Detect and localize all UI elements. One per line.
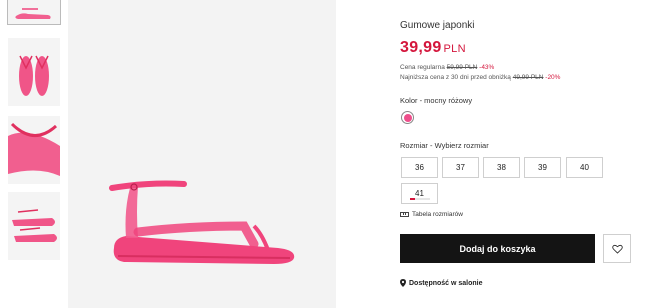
- lowest-price-line: Najniższa cena z 30 dni przed obniżką 49…: [400, 74, 560, 81]
- color-label: Kolor - mocny różowy: [400, 96, 473, 105]
- thumbnail-1[interactable]: [7, 0, 61, 25]
- product-title: Gumowe japonki: [400, 20, 475, 31]
- pink-jelly-sandal-image: [68, 0, 336, 308]
- size-option-39[interactable]: 39: [524, 157, 561, 178]
- main-product-image: [68, 0, 336, 308]
- size-chart-link[interactable]: Tabela rozmiarów: [400, 211, 463, 218]
- sandal-closeup-thumbnail: [8, 116, 60, 184]
- sandal-pair-top-thumbnail: [8, 38, 60, 106]
- size-chart-label: Tabela rozmiarów: [412, 211, 463, 218]
- store-availability-link[interactable]: Dostępność w salonie: [400, 279, 483, 287]
- thumbnail-3[interactable]: [8, 116, 60, 184]
- price-value: 39,99: [400, 39, 442, 56]
- regular-discount: -43%: [479, 64, 495, 71]
- regular-price-value: 59,99 PLN: [446, 64, 478, 71]
- thumbnail-2[interactable]: [8, 38, 60, 106]
- current-price: 39,99 PLN: [400, 39, 466, 57]
- heart-icon: [611, 244, 623, 254]
- lowest-discount: -20%: [545, 74, 561, 81]
- lowest-price-value: 49,99 PLN: [512, 74, 544, 81]
- ruler-icon: [400, 212, 409, 217]
- thumbnail-4[interactable]: [8, 192, 60, 260]
- lowest-price-label: Najniższa cena z 30 dni przed obniżką: [400, 74, 511, 81]
- size-41-label: 41: [415, 189, 424, 198]
- add-to-cart-button[interactable]: Dodaj do koszyka: [400, 234, 595, 263]
- regular-price-line: Cena regularna 59,99 PLN -43%: [400, 64, 494, 71]
- sandal-stacked-thumbnail: [8, 192, 60, 260]
- store-availability-label: Dostępność w salonie: [409, 279, 483, 287]
- color-swatch-pink[interactable]: [401, 111, 414, 124]
- product-info-panel: Gumowe japonki 39,99 PLN Cena regularna 5…: [400, 0, 664, 308]
- thumbnail-gallery: [0, 0, 64, 308]
- size-option-37[interactable]: 37: [442, 157, 479, 178]
- size-option-40[interactable]: 40: [566, 157, 603, 178]
- size-option-36[interactable]: 36: [401, 157, 438, 178]
- size-option-38[interactable]: 38: [483, 157, 520, 178]
- regular-price-label: Cena regularna: [400, 64, 445, 71]
- size-option-41[interactable]: 41: [401, 183, 438, 204]
- wishlist-button[interactable]: [603, 234, 631, 263]
- swatch-dot: [403, 113, 412, 122]
- sandal-side-thumbnail: [8, 0, 60, 24]
- location-pin-icon: [400, 279, 406, 287]
- low-stock-indicator: [410, 198, 430, 200]
- size-label: Rozmiar - Wybierz rozmiar: [400, 141, 489, 150]
- price-currency: PLN: [443, 43, 466, 55]
